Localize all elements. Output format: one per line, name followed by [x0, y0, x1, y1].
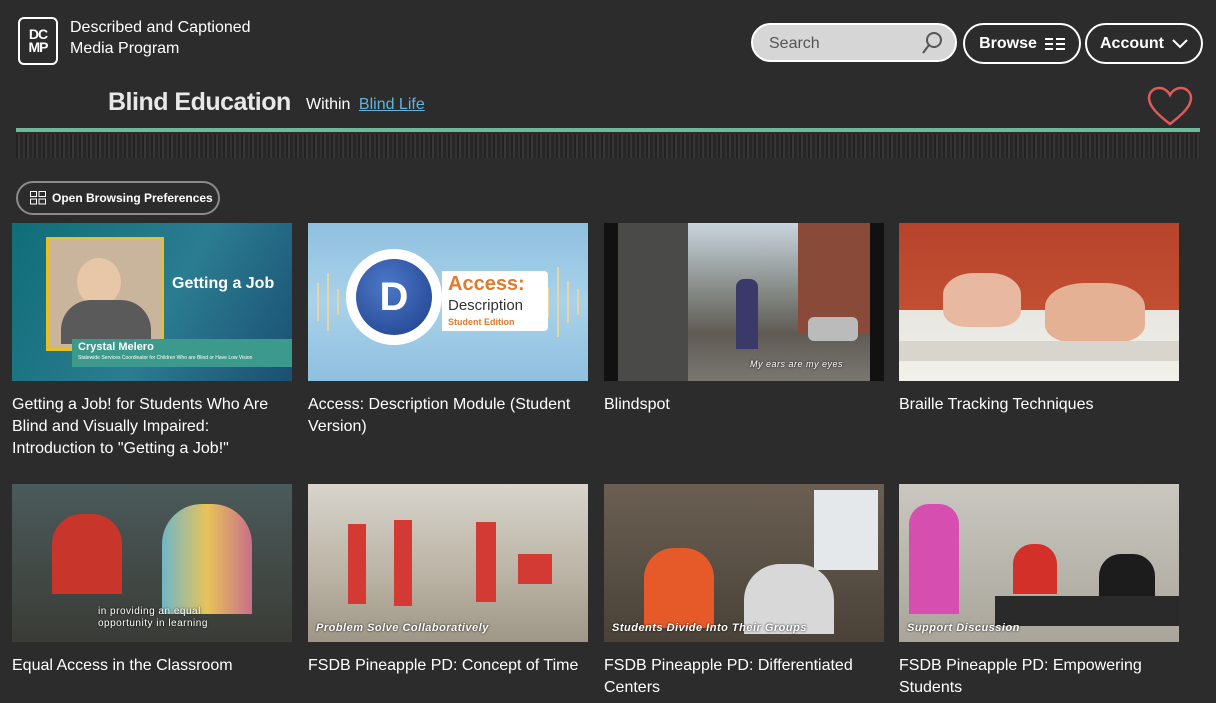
braille-texture-band	[16, 134, 1200, 158]
search-box[interactable]	[751, 23, 957, 62]
browse-label: Browse	[979, 34, 1037, 52]
account-label: Account	[1100, 34, 1164, 52]
right-hand	[1045, 283, 1145, 343]
browse-button[interactable]: Browse	[963, 23, 1081, 64]
video-thumbnail[interactable]: Problem Solve Collaboratively	[308, 484, 588, 642]
video-thumbnail[interactable]	[899, 223, 1179, 381]
whiteboard	[814, 490, 878, 570]
logo-line-2: MP	[28, 39, 49, 55]
left-hand	[943, 273, 1021, 327]
thumb-caption: My ears are my eyes	[750, 359, 844, 369]
favorite-heart-icon[interactable]	[1147, 86, 1193, 128]
street-scene	[618, 223, 870, 381]
video-title[interactable]: Getting a Job! for Students Who Are Blin…	[12, 394, 292, 460]
thumb-caption: Support Discussion	[907, 622, 1020, 634]
video-thumbnail[interactable]: Support Discussion	[899, 484, 1179, 642]
within-label: Within	[306, 96, 351, 113]
list-icon	[1044, 37, 1065, 50]
video-thumbnail[interactable]: My ears are my eyes	[604, 223, 884, 381]
person-figure	[348, 524, 366, 604]
thumb-person-role: Statewide Services Coordinator for Child…	[78, 355, 253, 361]
video-title[interactable]: FSDB Pineapple PD: Concept of Time	[308, 655, 588, 677]
chevron-down-icon	[1172, 38, 1188, 48]
within-link-blind-life[interactable]: Blind Life	[359, 96, 425, 113]
grid-icon	[30, 191, 46, 205]
d-logo-icon: D	[356, 259, 432, 335]
person-figure	[394, 520, 412, 606]
thumb-person-name: Crystal Melero	[78, 341, 154, 353]
page-title: Blind Education	[108, 88, 291, 116]
presenter-photo	[46, 237, 164, 351]
video-title[interactable]: Equal Access in the Classroom	[12, 655, 292, 677]
search-input[interactable]	[767, 33, 921, 55]
thumb-access-text: Access:	[448, 273, 525, 295]
thumb-caption: Problem Solve Collaboratively	[316, 622, 489, 634]
thumb-edition-text: Student Edition	[448, 317, 515, 327]
student-figure	[52, 514, 122, 594]
within-breadcrumb: Within Blind Life	[306, 96, 425, 114]
open-browsing-preferences-button[interactable]: Open Browsing Preferences	[16, 181, 220, 215]
braille-page	[899, 341, 1179, 361]
teacher-figure	[162, 504, 252, 614]
video-title[interactable]: FSDB Pineapple PD: Differentiated Center…	[604, 655, 884, 699]
video-title[interactable]: Access: Description Module (Student Vers…	[308, 394, 588, 438]
video-thumbnail[interactable]: Getting a Job Crystal Melero Statewide S…	[12, 223, 292, 381]
dcmp-logo[interactable]: DC MP	[18, 17, 58, 65]
video-thumbnail[interactable]: D Access: Description Student Edition	[308, 223, 588, 381]
thumb-caption: Students Divide Into Their Groups	[612, 622, 807, 634]
name-banner: Crystal Melero Statewide Services Coordi…	[72, 339, 292, 367]
account-button[interactable]: Account	[1085, 23, 1203, 64]
thumb-caption: in providing an equal opportunity in lea…	[98, 606, 208, 629]
access-title-panel: Access: Description Student Edition	[442, 271, 548, 331]
thumb-title-text: Getting a Job	[172, 275, 275, 292]
teacher-figure	[909, 504, 959, 614]
search-icon[interactable]	[921, 31, 943, 55]
student-figure	[1013, 544, 1057, 594]
person-figure	[518, 554, 552, 584]
video-title[interactable]: Blindspot	[604, 394, 884, 416]
accent-divider	[16, 128, 1200, 132]
title-row: Blind Education Within Blind Life	[0, 86, 1216, 132]
video-thumbnail[interactable]: Students Divide Into Their Groups	[604, 484, 884, 642]
person-figure	[476, 522, 496, 602]
student-figure	[644, 548, 714, 628]
site-header: DC MP Described and Captioned Media Prog…	[0, 0, 1216, 86]
video-title[interactable]: Braille Tracking Techniques	[899, 394, 1179, 416]
desk	[995, 596, 1179, 626]
description-logo-ring: D	[346, 249, 442, 345]
video-thumbnail[interactable]: in providing an equal opportunity in lea…	[12, 484, 292, 642]
video-title[interactable]: FSDB Pineapple PD: Empowering Students	[899, 655, 1179, 699]
site-name[interactable]: Described and Captioned Media Program	[70, 17, 290, 59]
preferences-label: Open Browsing Preferences	[52, 191, 213, 205]
thumb-description-text: Description	[448, 297, 524, 314]
